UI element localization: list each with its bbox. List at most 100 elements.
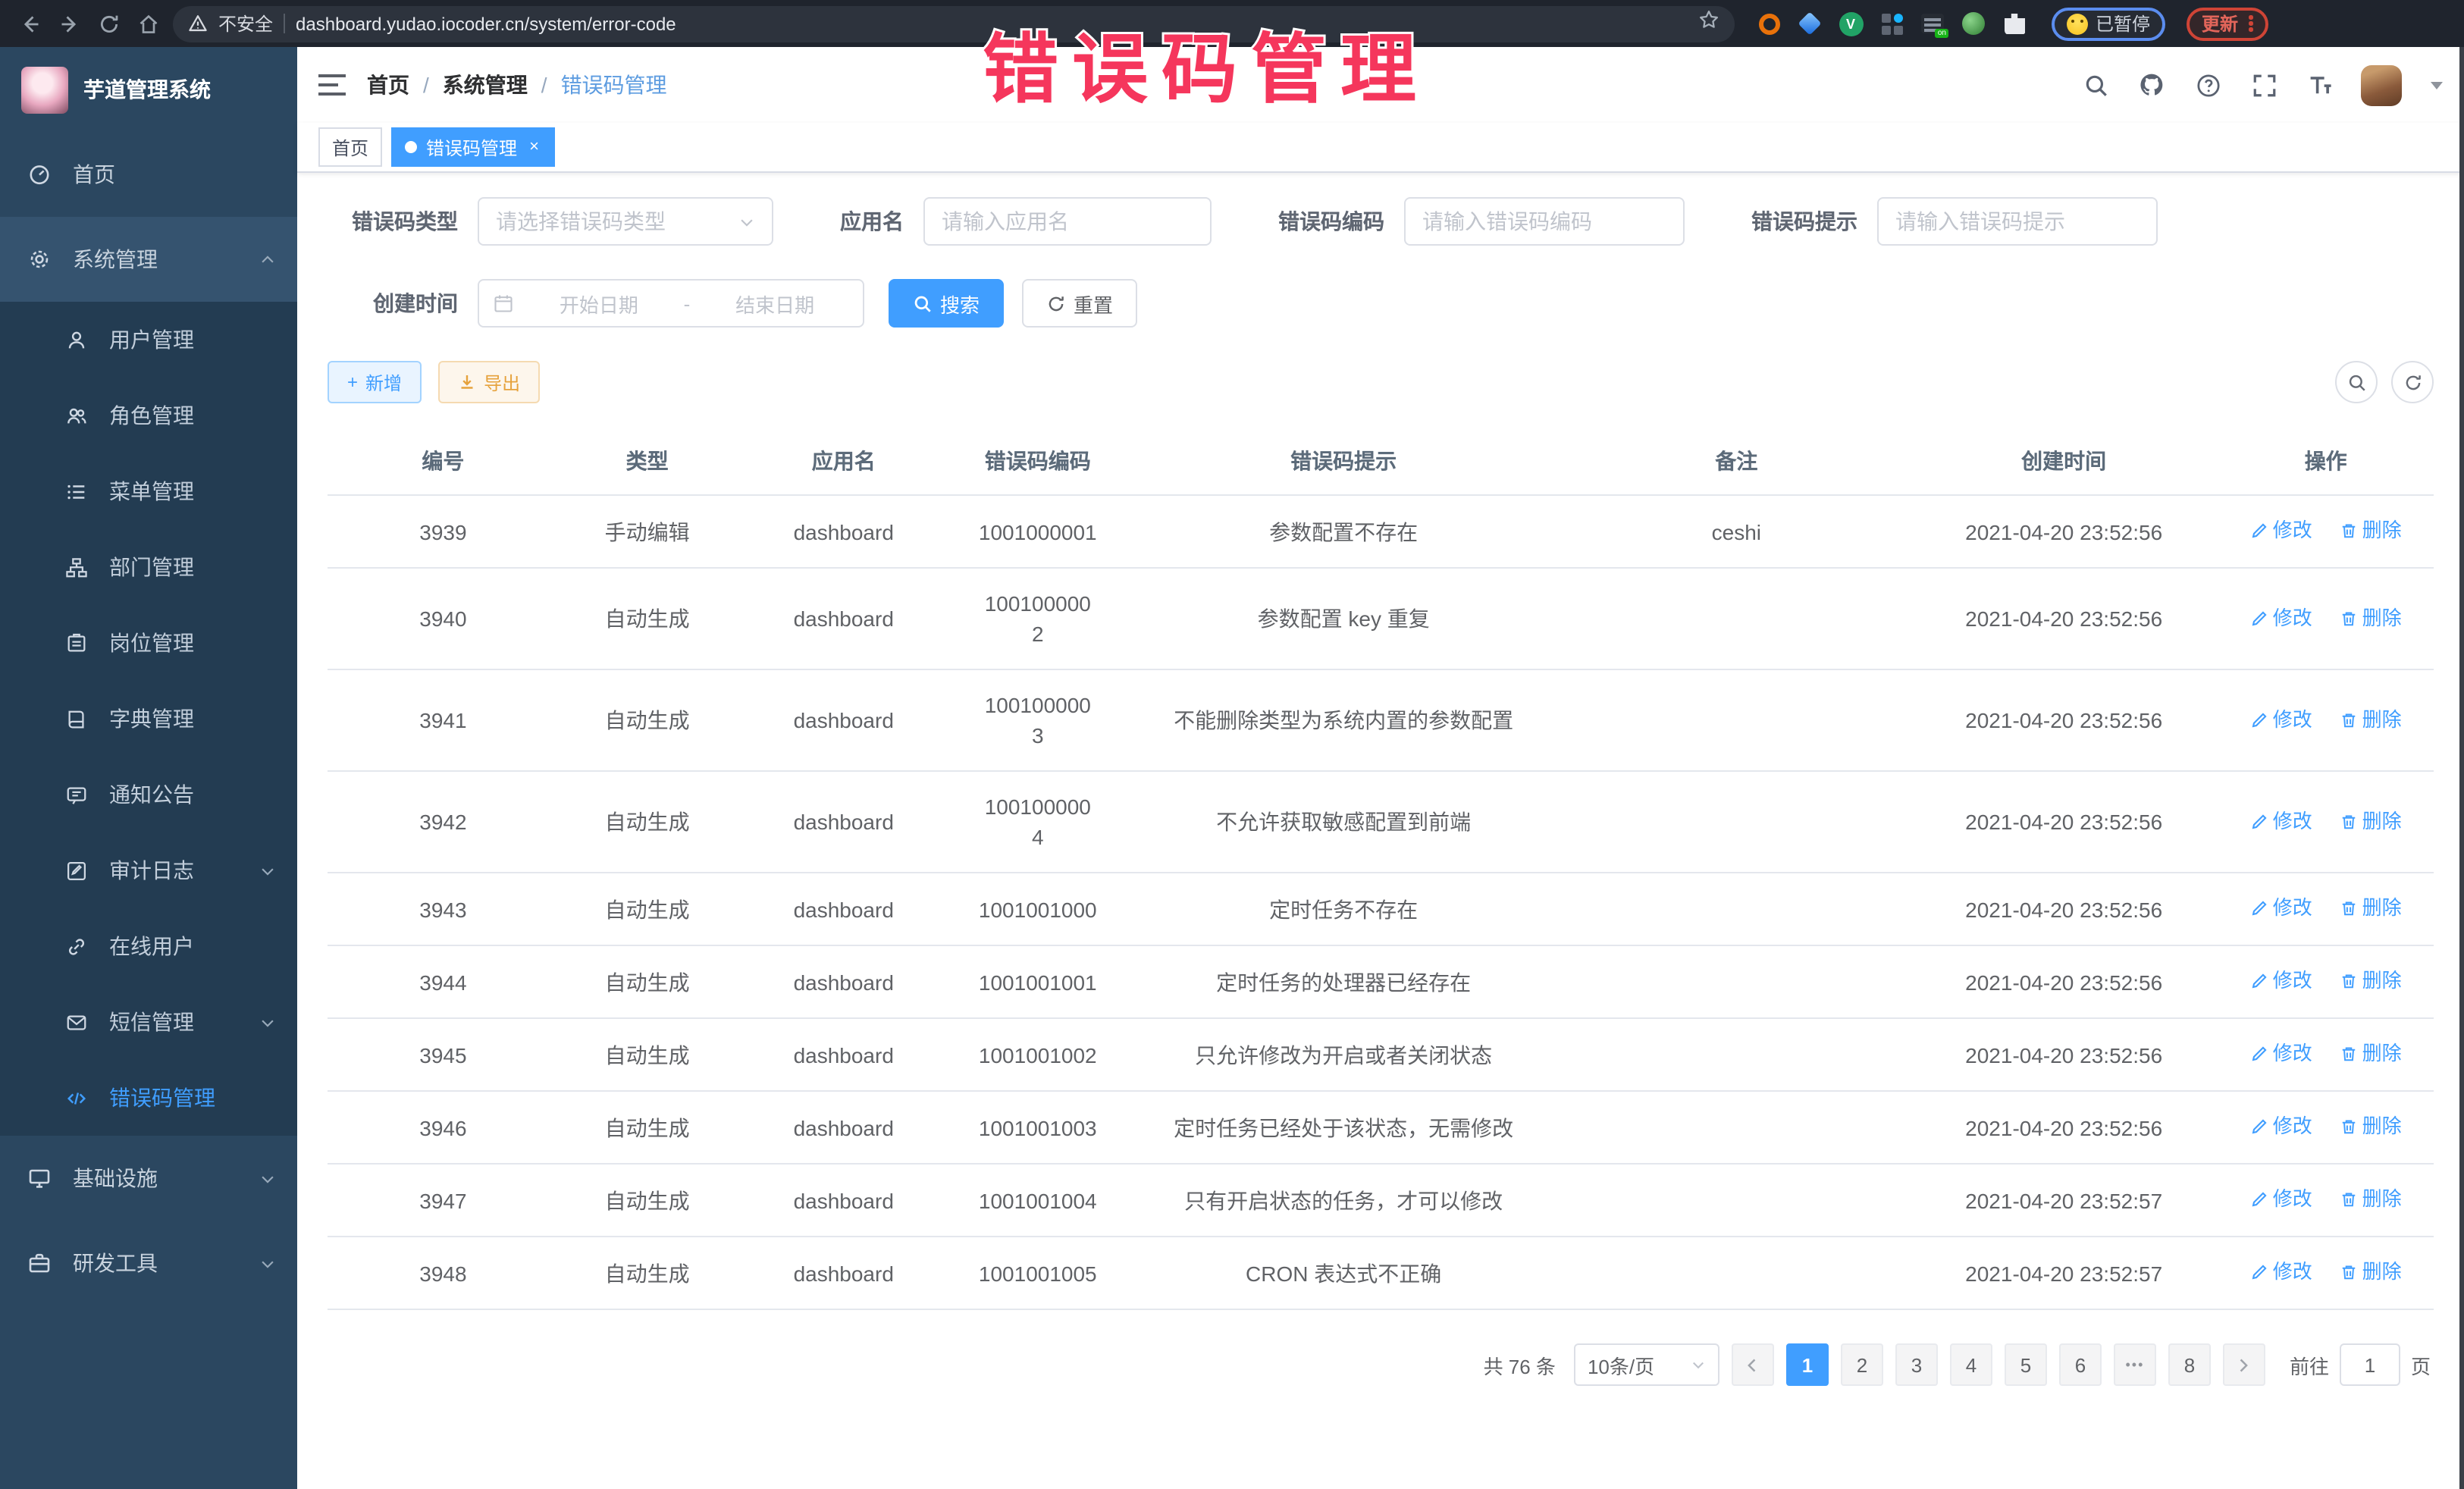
url-bar[interactable]: 不安全 dashboard.yudao.iocoder.cn/system/er… [173,5,1735,42]
create-time-range-picker[interactable]: 开始日期 - 结束日期 [478,279,864,328]
browser-forward-icon[interactable] [55,8,85,39]
tab-close-icon[interactable]: × [526,137,542,157]
extension-icon[interactable] [2002,11,2027,36]
window-scrollbar[interactable] [2459,47,2464,1489]
sidebar-item-dict-management[interactable]: 字典管理 [0,681,297,757]
edit-link[interactable]: 修改 [2250,1039,2312,1069]
more-pages-icon[interactable]: ••• [2114,1343,2156,1386]
browser-home-icon[interactable] [133,8,164,39]
delete-link[interactable]: 删除 [2340,1111,2402,1142]
browser-menu-icon[interactable] [2249,16,2252,32]
cell-created: 2021-04-20 23:52:56 [1910,873,2218,945]
github-icon[interactable] [2136,70,2167,100]
bookmark-star-icon[interactable] [1698,9,1719,38]
fullscreen-icon[interactable] [2249,70,2279,100]
sidebar-item-notice[interactable]: 通知公告 [0,757,297,832]
sidebar-item-menu-management[interactable]: 菜单管理 [0,453,297,529]
page-button-1[interactable]: 1 [1786,1343,1829,1386]
edit-link[interactable]: 修改 [2250,1257,2312,1287]
edit-link[interactable]: 修改 [2250,806,2312,836]
help-icon[interactable] [2193,70,2223,100]
sidebar-item-online-users[interactable]: 在线用户 [0,908,297,984]
cell-created: 2021-04-20 23:52:56 [1910,1018,2218,1091]
error-code-input[interactable] [1404,197,1685,246]
cell-app: dashboard [736,495,952,568]
extension-icon[interactable]: V [1838,11,1864,36]
page-size-select[interactable]: 10条/页 [1574,1343,1719,1386]
sidebar-item-role-management[interactable]: 角色管理 [0,378,297,453]
page-button-2[interactable]: 2 [1841,1343,1883,1386]
delete-link[interactable]: 删除 [2340,806,2402,836]
page-button-6[interactable]: 6 [2059,1343,2102,1386]
page-button-3[interactable]: 3 [1895,1343,1938,1386]
user-menu-caret-icon[interactable] [2431,81,2443,89]
browser-update-button[interactable]: 更新 [2187,7,2268,40]
pencil-icon [2250,899,2268,917]
sidebar-item-dept-management[interactable]: 部门管理 [0,529,297,605]
sidebar-item-sms-management[interactable]: 短信管理 [0,984,297,1060]
cell-app: dashboard [736,568,952,669]
font-size-icon[interactable] [2305,70,2335,100]
delete-link[interactable]: 删除 [2340,603,2402,633]
user-avatar[interactable] [2361,64,2402,105]
page-button-5[interactable]: 5 [2005,1343,2047,1386]
delete-link[interactable]: 删除 [2340,1184,2402,1215]
edit-link[interactable]: 修改 [2250,966,2312,996]
browser-profile-chip[interactable]: 已暂停 [2052,7,2165,40]
search-button[interactable]: 搜索 [889,279,1004,328]
sidebar-item-audit-log[interactable]: 审计日志 [0,832,297,908]
cell-remark [1563,771,1910,873]
extension-icon[interactable] [1756,11,1782,36]
browser-back-icon[interactable] [15,8,45,39]
edit-link[interactable]: 修改 [2250,1111,2312,1142]
edit-link[interactable]: 修改 [2250,704,2312,735]
goto-page-input[interactable] [2340,1343,2400,1386]
add-button[interactable]: + 新增 [328,361,422,403]
extension-icon[interactable]: on [1920,11,1945,36]
sidebar-item-infrastructure[interactable]: 基础设施 [0,1136,297,1221]
delete-link[interactable]: 删除 [2340,893,2402,923]
sidebar-item-error-code-management[interactable]: 错误码管理 [0,1060,297,1136]
sidebar-item-system-management[interactable]: 系统管理 [0,217,297,302]
delete-link[interactable]: 删除 [2340,1257,2402,1287]
pencil-icon [2250,1190,2268,1208]
tab-error-code-management[interactable]: 错误码管理 × [391,127,556,167]
sidebar-item-home[interactable]: 首页 [0,132,297,217]
security-label[interactable]: 不安全 [218,11,273,36]
reset-button[interactable]: 重置 [1022,279,1137,328]
page-button-8[interactable]: 8 [2168,1343,2211,1386]
error-type-select[interactable]: 请选择错误码类型 [478,197,773,246]
page-button-4[interactable]: 4 [1950,1343,1992,1386]
edit-link[interactable]: 修改 [2250,893,2312,923]
edit-link[interactable]: 修改 [2250,516,2312,546]
cell-code: 1001001003 [951,1091,1124,1164]
extension-icon[interactable] [1961,11,1986,36]
search-icon[interactable] [2080,70,2111,100]
breadcrumb-home[interactable]: 首页 [367,70,409,100]
toggle-search-icon-button[interactable] [2335,361,2378,403]
edit-link[interactable]: 修改 [2250,1184,2312,1215]
browser-reload-icon[interactable] [94,8,124,39]
delete-link[interactable]: 删除 [2340,966,2402,996]
table-row: 3947 自动生成 dashboard 1001001004 只有开启状态的任务… [328,1164,2434,1237]
sidebar-item-dev-tools[interactable]: 研发工具 [0,1221,297,1306]
app-name-input[interactable] [923,197,1212,246]
breadcrumb-system[interactable]: 系统管理 [443,70,528,100]
sidebar-toggle-icon[interactable] [318,74,346,96]
error-msg-input[interactable] [1877,197,2158,246]
delete-link[interactable]: 删除 [2340,1039,2402,1069]
delete-link[interactable]: 删除 [2340,516,2402,546]
filter-date-label: 创建时间 [373,288,458,318]
app-logo-row[interactable]: 芋道管理系统 [0,47,297,132]
tab-home[interactable]: 首页 [318,127,382,167]
sidebar-item-post-management[interactable]: 岗位管理 [0,605,297,681]
export-button[interactable]: 导出 [438,361,540,403]
extension-icon[interactable] [1797,11,1823,36]
edit-link[interactable]: 修改 [2250,603,2312,633]
prev-page-button[interactable] [1732,1343,1774,1386]
sidebar-item-user-management[interactable]: 用户管理 [0,302,297,378]
delete-link[interactable]: 删除 [2340,704,2402,735]
refresh-table-icon-button[interactable] [2391,361,2434,403]
extension-icon[interactable] [1879,11,1904,36]
next-page-button[interactable] [2223,1343,2265,1386]
